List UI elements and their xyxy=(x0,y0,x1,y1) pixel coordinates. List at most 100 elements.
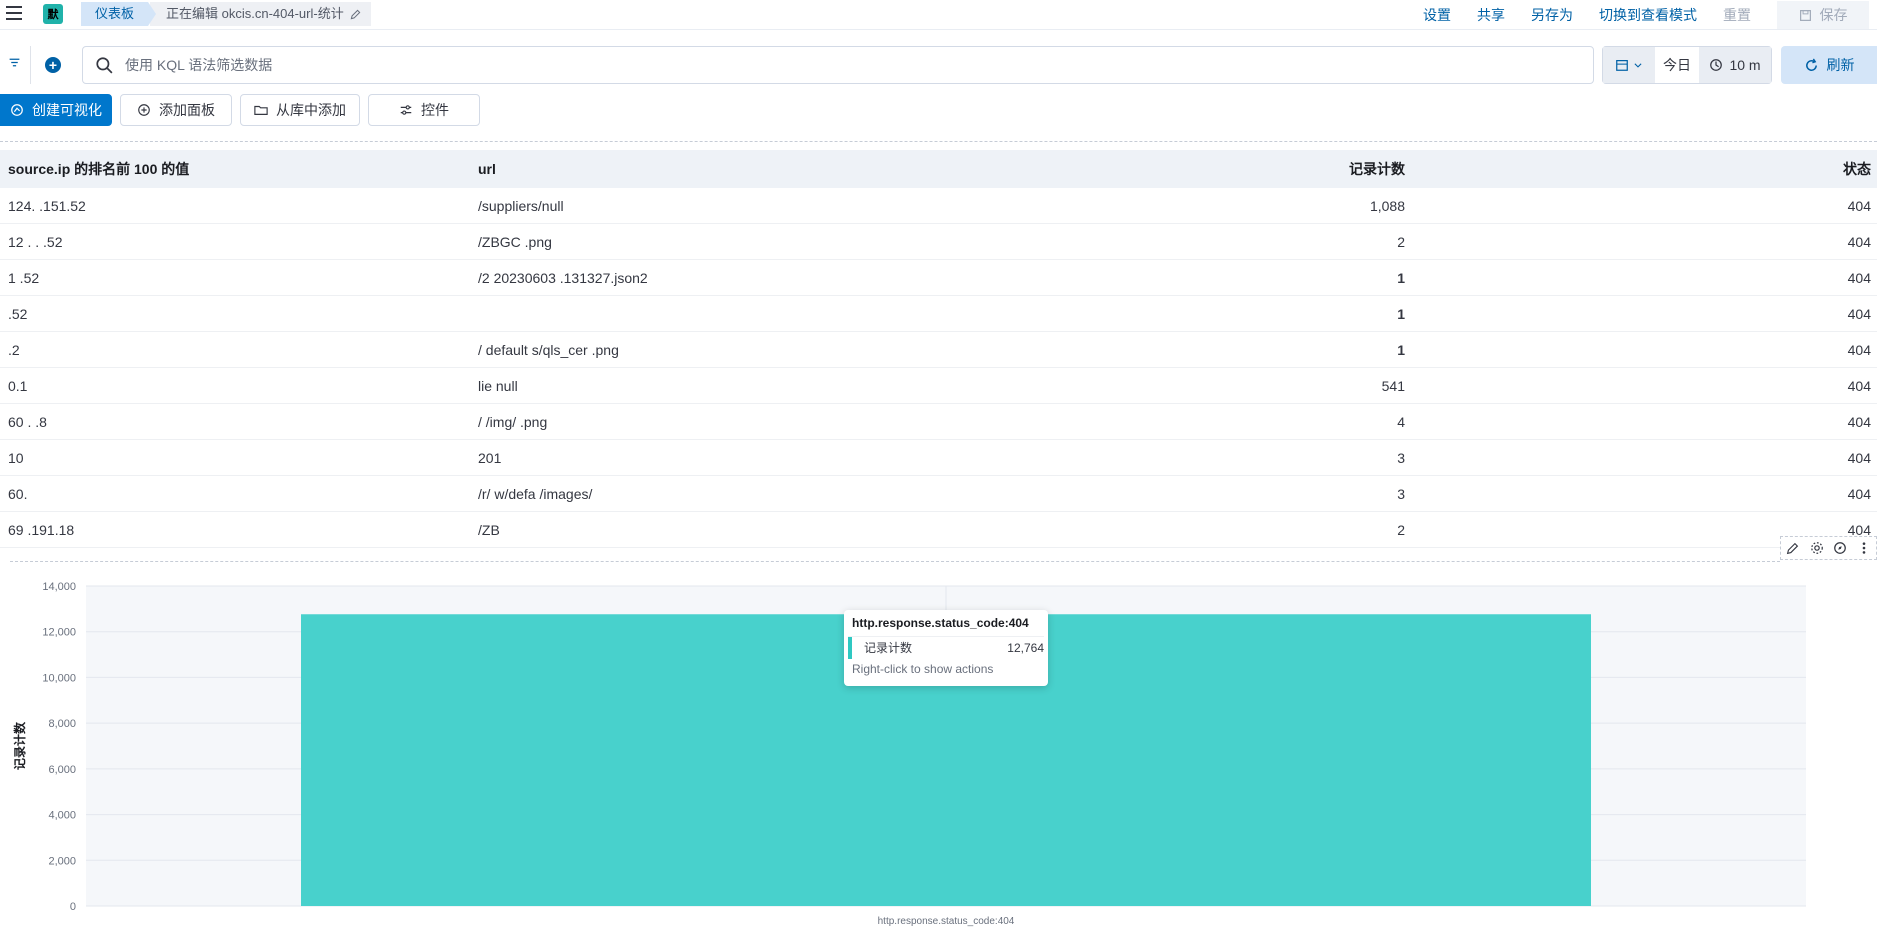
table-row[interactable]: 0.1 lie null 541 404 xyxy=(0,368,1877,404)
cell-source-ip[interactable]: 69 .191.18 xyxy=(0,522,470,538)
add-filter-button[interactable]: + xyxy=(44,56,62,74)
y-axis-label: 记录计数 xyxy=(12,721,27,770)
table-row[interactable]: .52 1 404 xyxy=(0,296,1877,332)
table-row[interactable]: 60./r/ w/defa /images/3 404 xyxy=(0,476,1877,512)
menu-icon[interactable] xyxy=(6,6,22,20)
add-from-library-button[interactable]: 从库中添加 xyxy=(240,94,360,126)
share-link[interactable]: 共享 xyxy=(1477,5,1505,25)
controls-label: 控件 xyxy=(421,102,449,118)
refresh-interval[interactable]: 10 m xyxy=(1699,47,1771,83)
tooltip-title: http.response.status_code:404 xyxy=(852,616,1029,630)
cell-count: 3 xyxy=(1397,449,1405,466)
cell-count: 2 xyxy=(1397,521,1405,538)
column-header-status[interactable]: 状态 xyxy=(1405,159,1875,179)
gear-icon[interactable] xyxy=(1809,540,1825,556)
save-as-link[interactable]: 另存为 xyxy=(1531,5,1573,25)
reset-link[interactable]: 重置 xyxy=(1723,5,1751,25)
y-tick-label: 10,000 xyxy=(42,672,76,684)
cell-url[interactable]: /ZB xyxy=(470,522,1000,538)
table-row[interactable]: 60 . .8 / /img/ .png 4 404 xyxy=(0,404,1877,440)
cell-source-ip[interactable]: 12 . . .52 xyxy=(0,234,470,250)
space-avatar[interactable]: 默 xyxy=(43,4,63,24)
cell-status: 404 xyxy=(1847,485,1871,502)
cell-source-ip[interactable]: 10 xyxy=(0,450,470,466)
visualize-icon xyxy=(11,104,23,116)
cell-source-ip[interactable]: .52 xyxy=(0,306,470,322)
cell-url[interactable]: 201 xyxy=(470,450,1000,466)
table-body: 124. .151.52/suppliers/null 1,088 404 12 . … xyxy=(0,188,1877,548)
table-row[interactable]: 10 201 3 404 xyxy=(0,440,1877,476)
cell-status: 404 xyxy=(1847,233,1871,250)
table-header: source.ip 的排名前 100 的值 url 记录计数 状态 xyxy=(0,150,1877,188)
cell-url[interactable]: /r/ w/defa /images/ xyxy=(470,486,1000,502)
cell-count: 541 xyxy=(1381,377,1405,394)
cell-source-ip[interactable]: 1 .52 xyxy=(0,270,470,286)
y-tick-label: 12,000 xyxy=(42,627,76,639)
cell-source-ip[interactable]: .2 xyxy=(0,342,470,358)
cell-status: 404 xyxy=(1847,305,1871,322)
y-tick-label: 8,000 xyxy=(48,718,76,730)
cell-source-ip[interactable]: 0.1 xyxy=(0,378,470,394)
column-header-count[interactable]: 记录计数 xyxy=(1000,159,1405,179)
cell-count: 2 xyxy=(1397,233,1405,250)
clock-refresh-icon xyxy=(1710,59,1723,71)
table-row[interactable]: 1 .52/2 20230603 .131327.json2 1 404 xyxy=(0,260,1877,296)
breadcrumb-dashboards[interactable]: 仪表板 xyxy=(81,2,156,26)
switch-view-mode-link[interactable]: 切换到查看模式 xyxy=(1599,5,1697,25)
calendar-dropdown[interactable] xyxy=(1603,47,1655,83)
date-picker: 今日 10 m xyxy=(1602,46,1772,84)
tooltip-hint: Right-click to show actions xyxy=(852,662,994,676)
add-panel-button[interactable]: 添加面板 xyxy=(120,94,232,126)
table-row[interactable]: 12 . . .52/ZBGC .png 2 404 xyxy=(0,224,1877,260)
x-tick-label: http.response.status_code:404 xyxy=(878,916,1015,927)
refresh-button[interactable]: 刷新 xyxy=(1781,46,1877,84)
header-actions: 设置 共享 另存为 切换到查看模式 重置 保存 xyxy=(1397,0,1869,30)
cell-url[interactable]: / default s/qls_cer .png xyxy=(470,342,1000,358)
cell-status: 404 xyxy=(1847,377,1871,394)
edit-icon[interactable] xyxy=(1785,540,1801,556)
add-from-library-label: 从库中添加 xyxy=(276,102,346,118)
y-tick-label: 6,000 xyxy=(48,764,76,776)
y-tick-label: 2,000 xyxy=(48,855,76,867)
create-visualization-button[interactable]: 创建可视化 xyxy=(0,94,112,126)
cell-url[interactable]: /2 20230603 .131327.json2 xyxy=(470,270,1000,286)
cell-count: 1 xyxy=(1397,305,1405,322)
filter-icon[interactable] xyxy=(4,56,24,76)
more-vertical-icon[interactable] xyxy=(1856,540,1872,556)
cell-source-ip[interactable]: 124. .151.52 xyxy=(0,198,470,214)
cell-url[interactable]: lie null xyxy=(470,378,1000,394)
save-button-label: 保存 xyxy=(1819,7,1848,23)
breadcrumb-current-label: 正在编辑 okcis.cn-404-url-统计 xyxy=(166,6,344,21)
chevron-down-icon xyxy=(1634,63,1642,68)
table-row[interactable]: 124. .151.52/suppliers/null 1,088 404 xyxy=(0,188,1877,224)
column-header-source-ip[interactable]: source.ip 的排名前 100 的值 xyxy=(0,159,470,179)
column-header-url[interactable]: url xyxy=(470,161,1000,177)
chart-tooltip: http.response.status_code:404 记录计数 12,76… xyxy=(844,610,1048,686)
pencil-icon[interactable] xyxy=(350,9,361,20)
cell-url[interactable]: / /img/ .png xyxy=(470,414,1000,430)
save-button[interactable]: 保存 xyxy=(1777,1,1869,29)
panel-border xyxy=(0,141,1877,142)
cell-source-ip[interactable]: 60 . .8 xyxy=(0,414,470,430)
cell-url[interactable]: /suppliers/null xyxy=(470,198,1000,214)
compass-icon[interactable] xyxy=(1832,540,1848,556)
plus-icon: + xyxy=(45,57,61,73)
y-tick-label: 14,000 xyxy=(42,581,76,593)
plus-circle-icon xyxy=(138,104,150,116)
cell-source-ip[interactable]: 60. xyxy=(0,486,470,502)
table-row[interactable]: .2 / default s/qls_cer .png 1 404 xyxy=(0,332,1877,368)
search-icon xyxy=(96,57,113,74)
settings-link[interactable]: 设置 xyxy=(1423,5,1451,25)
date-range-today[interactable]: 今日 xyxy=(1655,47,1699,83)
cell-count: 1,088 xyxy=(1369,197,1405,214)
search-input[interactable]: 使用 KQL 语法筛选数据 xyxy=(82,46,1594,84)
cell-status: 404 xyxy=(1847,197,1871,214)
table-row[interactable]: 69 .191.18/ZB 2 404 xyxy=(0,512,1877,548)
cell-status: 404 xyxy=(1847,449,1871,466)
divider xyxy=(30,46,31,84)
tooltip-row: 记录计数 12,764 xyxy=(848,636,1044,659)
cell-url[interactable]: /ZBGC .png xyxy=(470,234,1000,250)
controls-button[interactable]: 控件 xyxy=(368,94,480,126)
refresh-icon xyxy=(1805,58,1817,71)
panel-actions xyxy=(1780,536,1877,560)
